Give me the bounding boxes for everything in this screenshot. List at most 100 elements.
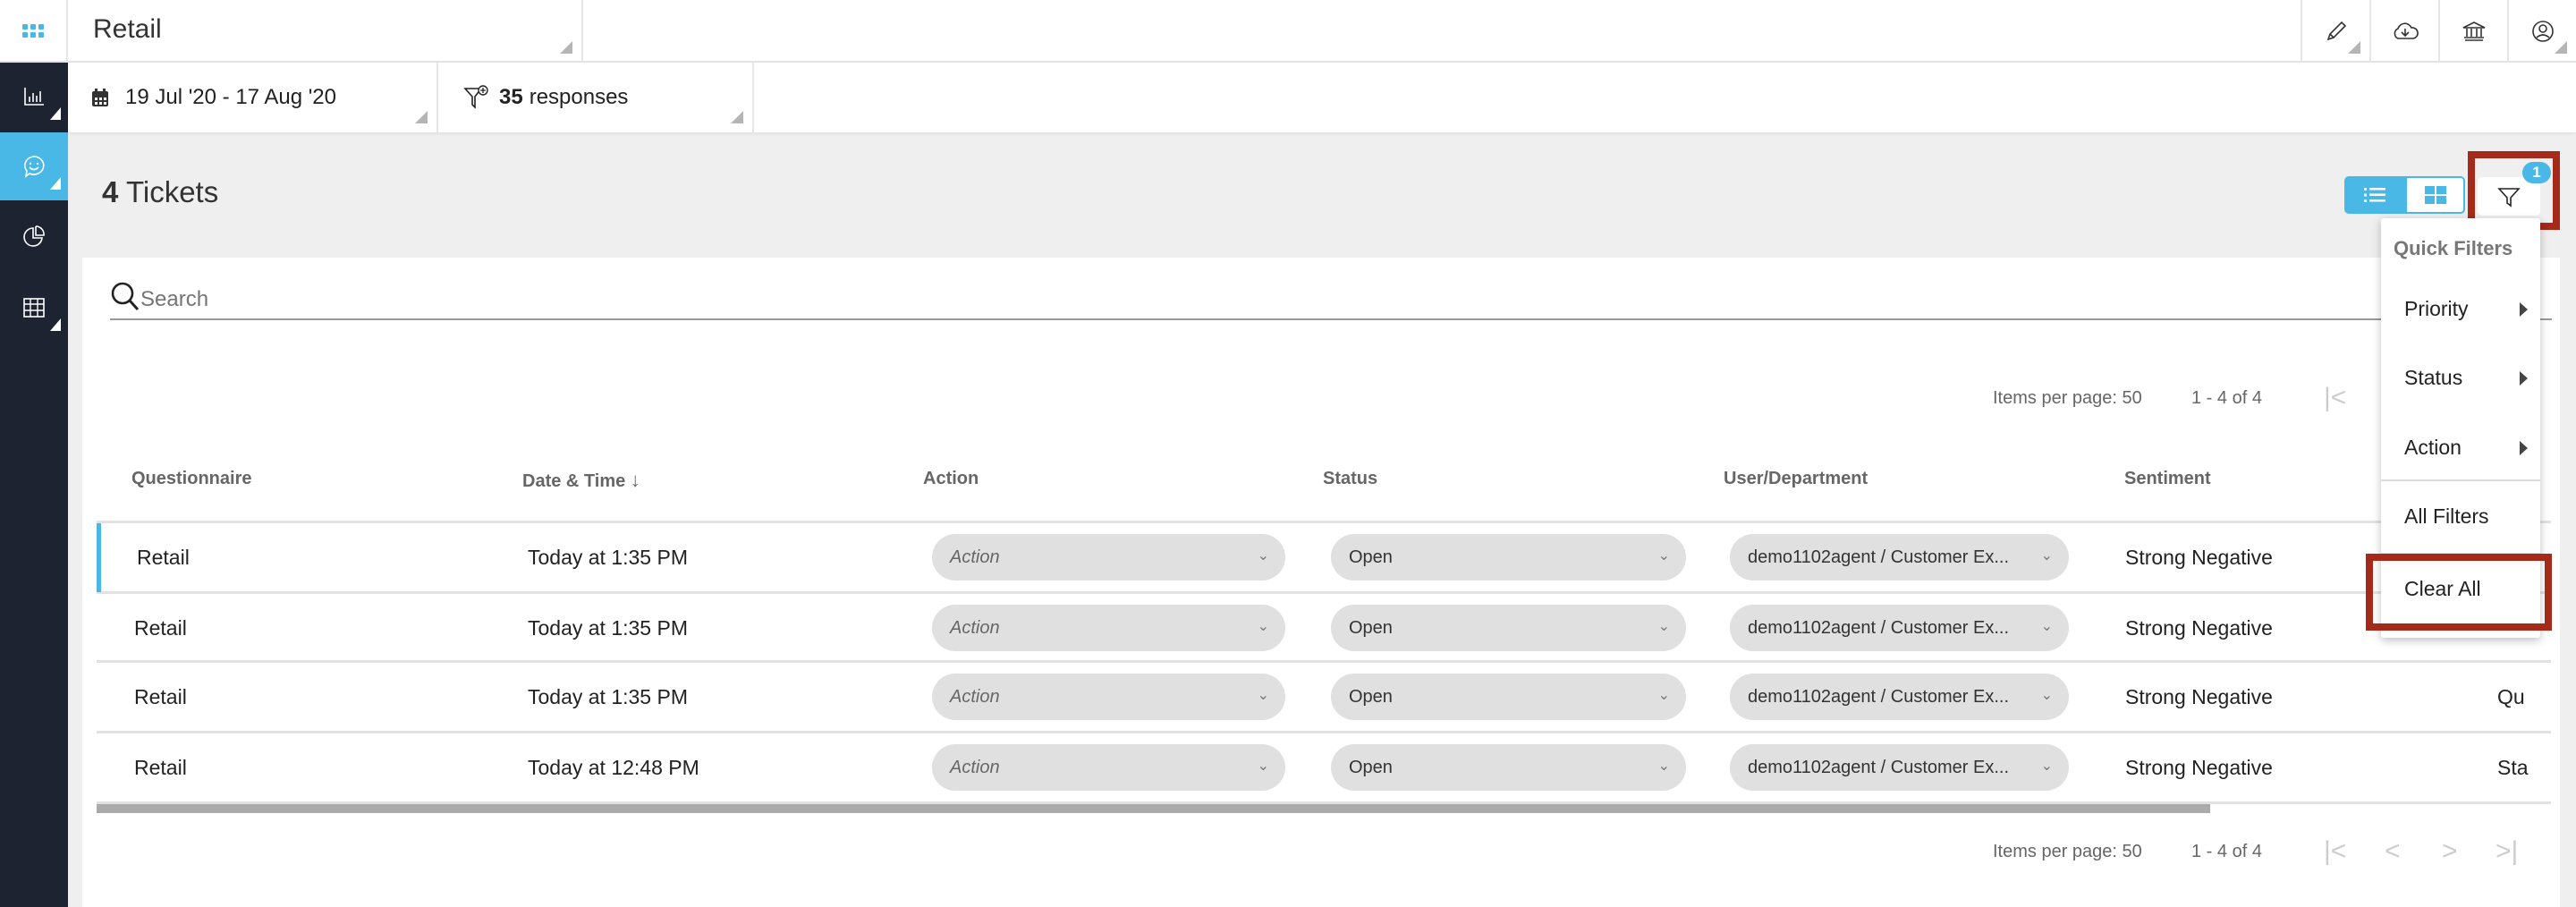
menu-item-all-filters[interactable]: All Filters [2381, 504, 2540, 529]
menu-item-action-label: Action [2404, 436, 2462, 459]
status-dropdown[interactable]: Open ⌄ [1331, 744, 1686, 791]
sidebar [0, 63, 68, 907]
date-range-filter[interactable]: 19 Jul '20 - 17 Aug '20 [68, 63, 438, 132]
action-dropdown[interactable]: Action ⌄ [932, 674, 1285, 720]
cell-questionnaire: Retail [137, 546, 190, 569]
items-per-page-bottom[interactable]: Items per page: 50 [1993, 842, 2142, 862]
cell-datetime: Today at 1:35 PM [528, 546, 688, 569]
bank-button[interactable] [2438, 0, 2507, 63]
download-button[interactable] [2369, 0, 2438, 63]
chevron-down-icon: ⌄ [2040, 759, 2053, 774]
date-range-label: 19 Jul '20 - 17 Aug '20 [125, 85, 337, 109]
selected-row-indicator [97, 523, 101, 592]
menu-item-action[interactable]: Action [2381, 436, 2540, 460]
top-bar: Retail [0, 0, 2576, 63]
grid-view-button[interactable] [2405, 176, 2465, 214]
horizontal-scrollbar[interactable] [97, 804, 2210, 813]
questionnaire-selector[interactable]: Retail [68, 0, 583, 63]
first-page-button[interactable]: |< [2324, 383, 2346, 413]
status-dropdown-value: Open [1349, 617, 1393, 638]
column-header-sentiment[interactable]: Sentiment [2124, 469, 2211, 489]
search-field[interactable] [110, 277, 2552, 320]
caret-right-icon [2520, 302, 2528, 317]
chevron-down-icon: ⌄ [1257, 548, 1269, 564]
action-dropdown[interactable]: Action ⌄ [932, 605, 1285, 651]
action-dropdown-value: Action [950, 547, 1000, 567]
search-input[interactable] [140, 284, 2466, 315]
edit-button[interactable] [2301, 0, 2369, 63]
sidebar-item-tickets[interactable] [0, 132, 68, 200]
cell-questionnaire: Retail [134, 616, 187, 640]
row-divider [97, 660, 2551, 663]
user-dropdown-value: demo1102agent / Customer Ex... [1748, 547, 2010, 567]
user-dropdown-value: demo1102agent / Customer Ex... [1748, 617, 2010, 638]
prev-page-button[interactable]: < [2385, 836, 2401, 867]
status-dropdown-value: Open [1349, 686, 1393, 707]
sidebar-item-analytics[interactable] [0, 63, 68, 131]
row-divider [97, 731, 2551, 733]
column-header-action[interactable]: Action [923, 469, 979, 489]
column-header-status[interactable]: Status [1323, 469, 1377, 489]
chevron-down-icon: ⌄ [2040, 548, 2053, 564]
action-dropdown[interactable]: Action ⌄ [932, 744, 1285, 791]
page-range-bottom: 1 - 4 of 4 [2191, 842, 2262, 861]
action-dropdown-value: Action [950, 617, 1000, 638]
profile-button[interactable] [2507, 0, 2576, 63]
user-dropdown-value: demo1102agent / Customer Ex... [1748, 686, 2010, 707]
sort-down-icon: ↓ [630, 469, 640, 491]
items-per-page[interactable]: Items per page: 50 [1993, 388, 2142, 409]
status-dropdown-value: Open [1349, 757, 1393, 777]
column-header-questionnaire[interactable]: Questionnaire [131, 469, 251, 489]
caret-right-icon [2520, 441, 2528, 455]
grid-icon [2424, 186, 2446, 204]
table-grid-icon [23, 298, 45, 318]
chat-smile-icon [24, 156, 45, 178]
status-dropdown[interactable]: Open ⌄ [1331, 605, 1686, 651]
cell-sentiment: Strong Negative [2125, 685, 2273, 708]
row-divider [97, 521, 2551, 523]
status-dropdown-value: Open [1349, 547, 1393, 567]
sidebar-item-reports[interactable] [0, 202, 68, 270]
user-dropdown[interactable]: demo1102agent / Customer Ex... ⌄ [1730, 674, 2069, 720]
cell-next-column: Qu [2497, 685, 2525, 708]
user-dropdown[interactable]: demo1102agent / Customer Ex... ⌄ [1730, 534, 2069, 581]
sidebar-item-data[interactable] [0, 274, 68, 342]
column-header-user[interactable]: User/Department [1724, 469, 1868, 489]
column-header-datetime[interactable]: Date & Time ↓ [522, 469, 640, 492]
list-view-button[interactable] [2344, 176, 2405, 214]
page-title: Retail [93, 14, 162, 44]
cell-sentiment: Strong Negative [2125, 546, 2273, 569]
row-divider [97, 591, 2551, 594]
status-dropdown[interactable]: Open ⌄ [1331, 534, 1686, 581]
user-dropdown-value: demo1102agent / Customer Ex... [1748, 757, 2010, 777]
chevron-down-icon: ⌄ [1657, 619, 1670, 634]
cell-datetime: Today at 12:48 PM [528, 756, 699, 779]
app-menu-icon[interactable] [0, 0, 68, 63]
status-dropdown[interactable]: Open ⌄ [1331, 674, 1686, 720]
tickets-heading: 4 Tickets [102, 175, 218, 209]
chevron-down-icon: ⌄ [2040, 619, 2053, 634]
menu-item-priority[interactable]: Priority [2381, 297, 2540, 321]
cell-datetime: Today at 1:35 PM [528, 616, 688, 640]
column-header-datetime-label: Date & Time [522, 471, 626, 491]
menu-item-status[interactable]: Status [2381, 366, 2540, 390]
menu-divider [2381, 479, 2540, 481]
responses-filter[interactable]: 35 responses [438, 63, 754, 132]
responses-count: 35 [499, 85, 523, 109]
bank-icon [2462, 21, 2485, 41]
first-page-button-bottom[interactable]: |< [2324, 836, 2346, 867]
cell-questionnaire: Retail [134, 756, 187, 779]
user-dropdown[interactable]: demo1102agent / Customer Ex... ⌄ [1730, 605, 2069, 651]
action-dropdown-value: Action [950, 686, 1000, 707]
user-dropdown[interactable]: demo1102agent / Customer Ex... ⌄ [1730, 744, 2069, 791]
responses-label: responses [529, 85, 629, 109]
next-page-button[interactable]: > [2442, 836, 2458, 867]
chevron-down-icon: ⌄ [1257, 619, 1269, 634]
last-page-button[interactable]: >| [2496, 836, 2518, 867]
search-icon [111, 282, 140, 311]
tickets-label: Tickets [125, 175, 219, 208]
pie-chart-icon [23, 225, 45, 247]
chevron-down-icon: ⌄ [1257, 759, 1269, 774]
bar-chart-icon [24, 88, 44, 106]
action-dropdown[interactable]: Action ⌄ [932, 534, 1285, 581]
